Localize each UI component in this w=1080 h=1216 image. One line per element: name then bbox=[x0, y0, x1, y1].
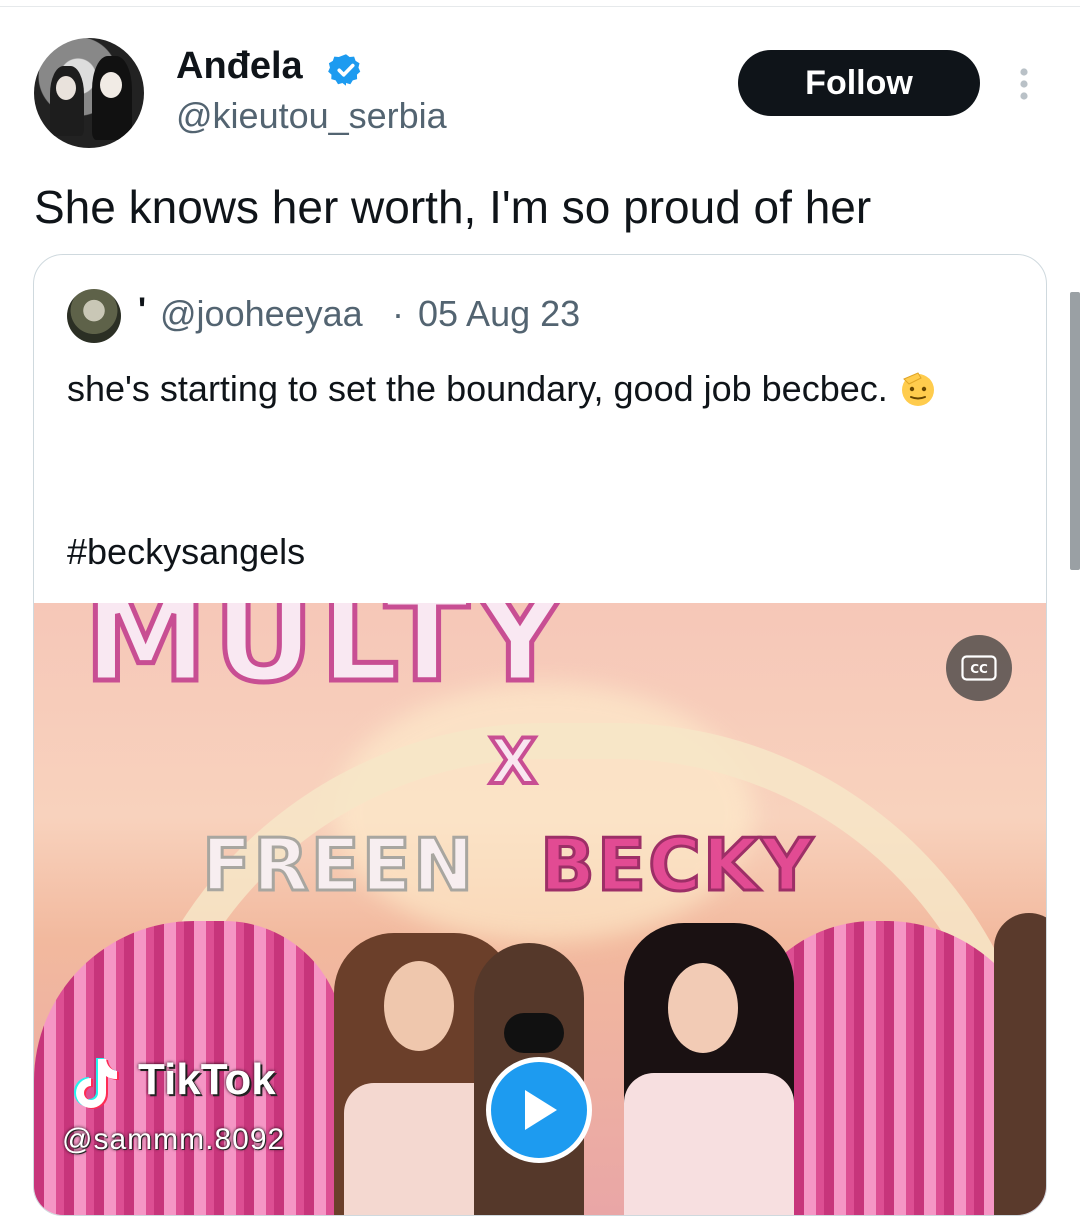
banner-top-text: MULTY bbox=[82, 603, 571, 710]
quoted-author-handle: @jooheeyaa bbox=[160, 293, 363, 334]
quoted-tweet-card[interactable]: ' @jooheeyaa · 05 Aug 23 she's starting … bbox=[33, 254, 1047, 1216]
person-figure bbox=[994, 913, 1046, 1215]
more-options-icon[interactable] bbox=[1012, 66, 1036, 102]
verified-badge-icon bbox=[328, 54, 361, 86]
quoted-tweet-text: she's starting to set the boundary, good… bbox=[67, 363, 967, 415]
tiktok-logo-icon bbox=[74, 1058, 119, 1109]
saluting-face-emoji-icon bbox=[901, 372, 934, 406]
person-figure bbox=[624, 923, 794, 1215]
play-icon bbox=[525, 1090, 557, 1130]
banner-freen-text: FREEN bbox=[200, 822, 476, 909]
quoted-hashtag[interactable]: #beckysangels bbox=[67, 527, 305, 577]
author-display-name[interactable]: Anđela bbox=[176, 42, 303, 90]
tiktok-watermark-label: TikTok bbox=[138, 1055, 276, 1104]
scrollbar[interactable] bbox=[1070, 292, 1080, 570]
author-avatar[interactable] bbox=[34, 38, 144, 148]
quoted-tweet-body: she's starting to set the boundary, good… bbox=[67, 368, 888, 409]
quoted-date: 05 Aug 23 bbox=[418, 293, 581, 334]
follow-button[interactable]: Follow bbox=[738, 50, 980, 116]
tweet-text: She knows her worth, I'm so proud of her bbox=[34, 181, 872, 233]
author-handle[interactable]: @kieutou_serbia bbox=[176, 92, 447, 140]
tiktok-watermark-user: @sammm.8092 bbox=[62, 1123, 286, 1156]
banner-x-text: X bbox=[487, 723, 539, 800]
banner-becky-text: BECKY bbox=[539, 822, 815, 909]
quoted-author-avatar bbox=[67, 289, 121, 343]
quoted-author-display-name: ' bbox=[138, 291, 147, 329]
video-thumbnail[interactable]: MULTY X FREEN BECKY CC TikTok @sammm.809… bbox=[34, 603, 1046, 1215]
play-button[interactable] bbox=[486, 1057, 592, 1163]
top-divider bbox=[0, 0, 1080, 7]
svg-text:CC: CC bbox=[970, 662, 988, 676]
cc-icon: CC bbox=[961, 655, 997, 681]
quoted-separator: · bbox=[392, 293, 404, 334]
closed-captions-button[interactable]: CC bbox=[946, 635, 1012, 701]
